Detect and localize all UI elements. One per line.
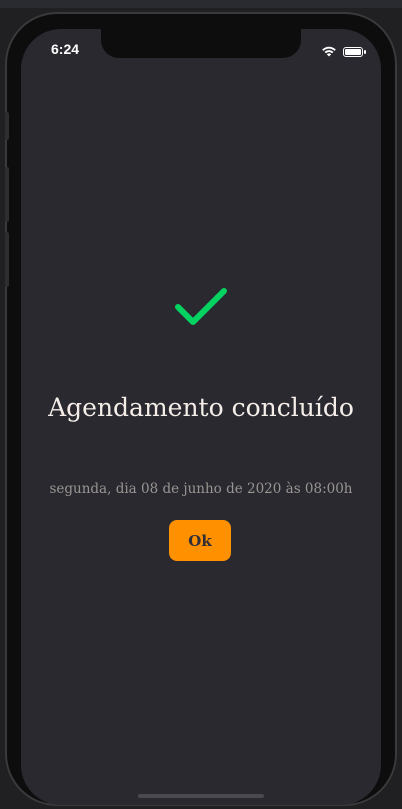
check-icon (175, 288, 227, 325)
status-time: 6:24 (51, 41, 80, 57)
home-indicator[interactable] (138, 794, 264, 798)
notch (101, 29, 301, 58)
status-icons (321, 42, 366, 61)
ok-button[interactable]: Ok (169, 520, 231, 561)
page-title: Agendamento concluído (48, 393, 354, 422)
appointment-date-text: segunda, dia 08 de junho de 2020 às 08:0… (49, 481, 353, 497)
wifi-icon (321, 42, 337, 61)
volume-up-button (5, 167, 9, 222)
battery-icon (343, 46, 366, 57)
desktop-toolbar (0, 0, 402, 8)
volume-down-button (5, 232, 9, 287)
mute-switch (5, 112, 9, 140)
app-screen: 6:24 Agendamento concluído segunda, dia … (21, 29, 381, 805)
